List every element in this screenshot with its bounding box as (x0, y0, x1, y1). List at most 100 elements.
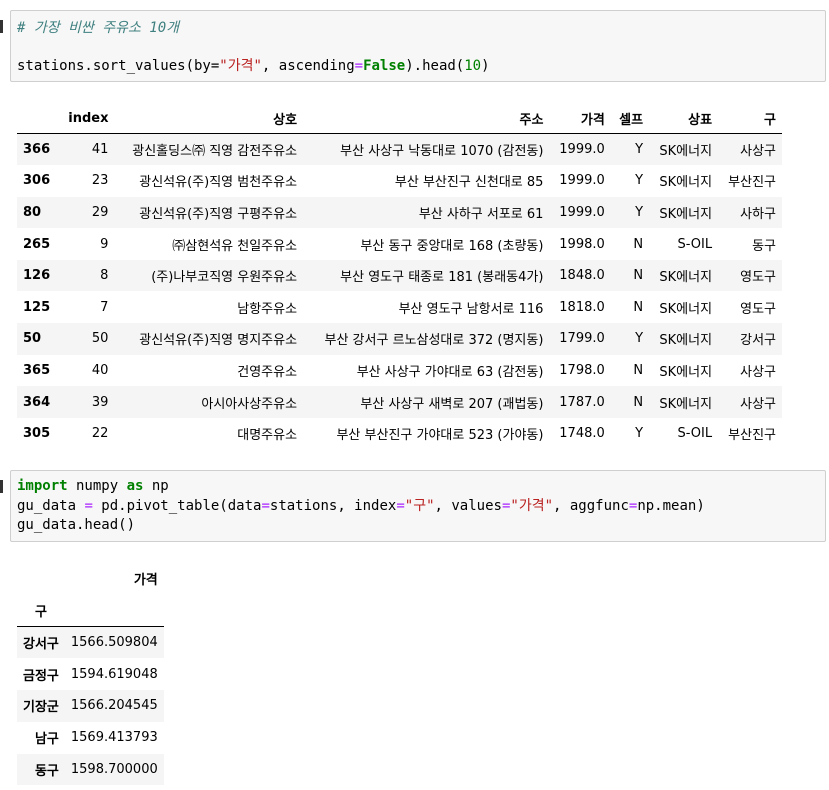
column-header: 셀프 (610, 103, 650, 134)
table-cell: 1598.700000 (70, 762, 158, 778)
code-line-pivot: gu_data = pd.pivot_table(data=stations, … (17, 498, 705, 514)
table-cell: Y (635, 142, 644, 158)
column-header: index (58, 103, 115, 134)
table-cell: 50 (91, 331, 109, 347)
table-cell: SK에너지 (659, 206, 713, 222)
table-cell: 8 (100, 268, 109, 284)
code-line-import: import numpy as np (17, 478, 169, 494)
row-index: 80 (23, 204, 42, 220)
column-header: 가격 (549, 103, 611, 134)
table-cell: 1748.0 (559, 426, 605, 442)
table-cell: 영도구 (740, 301, 776, 317)
table-cell: SK에너지 (659, 175, 713, 191)
column-header: 구 (718, 103, 782, 134)
table-cell: SK에너지 (659, 301, 713, 317)
table-cell: 부산 부산진구 신천대로 85 (394, 175, 544, 191)
table-cell: 광신홀딩스㈜ 직영 감전주유소 (132, 144, 298, 160)
table-cell: 부산 부산진구 가야대로 523 (가야동) (336, 428, 544, 444)
table-cell: 1818.0 (559, 299, 605, 315)
table-cell: 부산 동구 중앙대로 168 (초량동) (360, 238, 544, 254)
table-cell: SK에너지 (659, 144, 713, 160)
row-index: 기장군 (23, 700, 59, 716)
table-cell: 39 (91, 394, 109, 410)
table-row: 306 23 광신석유(주)직영 범천주유소 부산 부산진구 신천대로 85 1999.… (17, 165, 782, 197)
table-cell: 1787.0 (559, 394, 605, 410)
table-row: 금정구 1594.619048 (17, 658, 164, 690)
table-cell: 1799.0 (559, 331, 605, 347)
table-cell: 부산 사하구 서포로 61 (418, 206, 544, 222)
table-cell: 부산 강서구 르노삼성대로 372 (명지동) (324, 333, 544, 349)
table-row: 305 22 대명주유소 부산 부산진구 가야대로 523 (가야동) 1748.0 Y S… (17, 418, 782, 450)
row-index: 남구 (34, 732, 59, 748)
row-index: 금정구 (23, 668, 59, 684)
table-cell: 1798.0 (559, 362, 605, 378)
table-row: 366 41 광신홀딩스㈜ 직영 감전주유소 부산 사상구 낙동대로 1070 (감전… (17, 133, 782, 166)
sorted-stations-table: index 상호 주소 가격 셀프 상표 구 366 41 광신홀딩스㈜ 직영 감전주유소 부산 … (17, 103, 782, 449)
table-row: 365 40 건영주유소 부산 사상구 가야대로 63 (감전동) 1798.0 N SK에… (17, 355, 782, 387)
table-cell: 부산 영도구 남항서로 116 (398, 301, 544, 317)
cell-prompt-marker (0, 20, 3, 33)
table-body: 366 41 광신홀딩스㈜ 직영 감전주유소 부산 사상구 낙동대로 1070 (감전… (17, 133, 782, 450)
table-cell: 23 (91, 173, 109, 189)
pivot-header-blank (17, 562, 65, 594)
table-cell: 1999.0 (559, 204, 605, 220)
code-cell-2[interactable]: import numpy as np gu_data = pd.pivot_ta… (10, 470, 826, 542)
cell-prompt-marker (0, 480, 3, 493)
table-cell: 41 (91, 142, 109, 158)
table-cell: 아시아사상주유소 (201, 396, 298, 412)
table-cell: 부산 사상구 가야대로 63 (감전동) (356, 364, 544, 380)
table-cell: 건영주유소 (237, 364, 298, 380)
table-cell: Y (635, 204, 644, 220)
table-cell: 광신석유(주)직영 명지주유소 (139, 333, 298, 349)
table-cell: 영도구 (740, 270, 776, 286)
table-cell: 강서구 (740, 333, 776, 349)
table-cell: 대명주유소 (237, 428, 298, 444)
row-index: 365 (23, 362, 51, 378)
table-row: 강서구 1566.509804 (17, 626, 164, 659)
pivot-header-row: 가격 (17, 562, 164, 594)
table-cell: SK에너지 (659, 396, 713, 412)
table-cell: SK에너지 (659, 364, 713, 380)
table-cell: 9 (100, 236, 109, 252)
table-row: 80 29 광신석유(주)직영 구평주유소 부산 사하구 서포로 61 1999.0 Y S… (17, 196, 782, 229)
table-cell: 사상구 (740, 396, 776, 412)
code-line-head: gu_data.head() (17, 517, 136, 533)
table-row: 남구 1569.413793 (17, 722, 164, 754)
table-cell: Y (635, 173, 644, 189)
table-cell: ㈜삼현석유 천일주유소 (172, 238, 298, 254)
table-row: 동구 1598.700000 (17, 753, 164, 786)
table-cell: 사상구 (740, 144, 776, 160)
table-cell: Y (635, 426, 644, 442)
table-row: 126 8 (주)나부코직영 우원주유소 부산 영도구 태종로 181 (봉래동4가)… (17, 259, 782, 292)
table-cell: 1999.0 (559, 142, 605, 158)
table-cell: 1566.204545 (70, 698, 158, 714)
table-cell: 부산 사상구 낙동대로 1070 (감전동) (340, 144, 544, 160)
table-cell: 부산진구 (728, 175, 776, 191)
table-cell: 1566.509804 (70, 635, 158, 651)
row-index: 306 (23, 173, 51, 189)
table-cell: N (633, 394, 644, 410)
code-cell-1[interactable]: # 가장 비싼 주유소 10개 stations.sort_values(by=… (10, 10, 826, 82)
table-cell: 1569.413793 (70, 730, 158, 746)
pivot-value-header: 가격 (133, 572, 158, 588)
row-index: 364 (23, 394, 51, 410)
table-cell: 남항주유소 (237, 301, 298, 317)
row-index: 265 (23, 236, 51, 252)
table-row: 50 50 광신석유(주)직영 명지주유소 부산 강서구 르노삼성대로 372 (명지… (17, 323, 782, 355)
gu-price-pivot-table: 가격 구 강서구 1566.509804 금정구 1594.619048 기장군 1566… (17, 562, 164, 786)
pivot-table-body: 강서구 1566.509804 금정구 1594.619048 기장군 1566.2045… (17, 626, 164, 786)
table-cell: 광신석유(주)직영 구평주유소 (139, 206, 298, 222)
table-cell: S-OIL (677, 426, 713, 442)
table-cell: 22 (91, 426, 109, 442)
row-index: 동구 (34, 764, 59, 780)
code-comment: # 가장 비싼 주유소 10개 (17, 20, 180, 36)
table-cell: 40 (91, 362, 109, 378)
pivot-index-header-row: 구 (17, 594, 164, 627)
table-cell: 부산 사상구 새벽로 207 (괘법동) (360, 396, 544, 412)
table-cell: 사상구 (740, 364, 776, 380)
table-cell: 7 (100, 299, 109, 315)
table-row: 364 39 아시아사상주유소 부산 사상구 새벽로 207 (괘법동) 1787.0 N… (17, 386, 782, 418)
column-header: 상표 (649, 103, 719, 134)
table-cell: S-OIL (677, 236, 713, 252)
pivot-header-blank (64, 594, 164, 627)
